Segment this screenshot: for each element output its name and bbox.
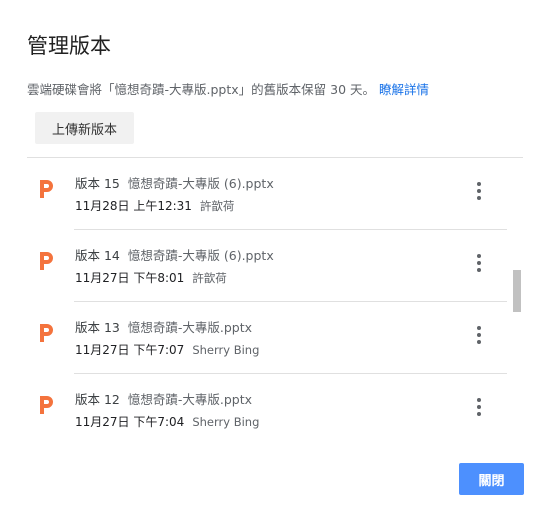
version-label: 版本 12 — [75, 392, 120, 407]
version-list-scrollbar[interactable] — [510, 158, 522, 448]
version-meta: 11月28日 上午12:31 許歆荷 — [75, 197, 234, 214]
version-author: Sherry Bing — [192, 343, 260, 357]
manage-versions-dialog: 管理版本 雲端硬碟會將「憶想奇蹟-大專版.pptx」的舊版本保留 30 天。 瞭解… — [0, 0, 554, 526]
version-date: 11月28日 上午12:31 — [75, 199, 192, 213]
version-meta: 11月27日 下午7:04 Sherry Bing — [75, 413, 259, 430]
version-author: 許歆荷 — [199, 199, 235, 213]
version-label: 版本 15 — [75, 176, 120, 191]
version-author: Sherry Bing — [192, 415, 260, 429]
scrollbar-thumb[interactable] — [513, 270, 521, 312]
version-label: 版本 14 — [75, 248, 120, 263]
powerpoint-file-icon — [40, 324, 53, 342]
retention-text: 雲端硬碟會將「憶想奇蹟-大專版.pptx」的舊版本保留 30 天。 — [27, 82, 376, 97]
close-button[interactable]: 關閉 — [459, 463, 524, 495]
version-row[interactable]: 版本 14 憶想奇蹟-大專版 (6).pptx 11月27日 下午8:01 許歆荷 — [27, 230, 507, 302]
more-options-icon[interactable] — [469, 179, 489, 203]
version-filename: 憶想奇蹟-大專版.pptx — [127, 320, 253, 335]
version-filename: 憶想奇蹟-大專版 (6).pptx — [127, 248, 274, 263]
version-row[interactable]: 版本 15 憶想奇蹟-大專版 (6).pptx 11月28日 上午12:31 許歆荷 — [27, 158, 507, 230]
powerpoint-file-icon — [40, 252, 53, 270]
version-title: 版本 14 憶想奇蹟-大專版 (6).pptx — [75, 245, 274, 264]
powerpoint-file-icon — [40, 396, 53, 414]
version-meta: 11月27日 下午7:07 Sherry Bing — [75, 341, 259, 358]
more-options-icon[interactable] — [469, 323, 489, 347]
dialog-description: 雲端硬碟會將「憶想奇蹟-大專版.pptx」的舊版本保留 30 天。 瞭解詳情 — [27, 79, 429, 98]
learn-more-link[interactable]: 瞭解詳情 — [379, 82, 429, 97]
version-date: 11月27日 下午8:01 — [75, 271, 185, 285]
more-options-icon[interactable] — [469, 395, 489, 419]
version-title: 版本 13 憶想奇蹟-大專版.pptx — [75, 317, 252, 336]
version-row[interactable]: 版本 12 憶想奇蹟-大專版.pptx 11月27日 下午7:04 Sherry B… — [27, 374, 507, 446]
version-list: 版本 15 憶想奇蹟-大專版 (6).pptx 11月28日 上午12:31 許歆荷… — [27, 158, 507, 448]
dialog-title: 管理版本 — [27, 34, 111, 58]
upload-new-version-button[interactable]: 上傳新版本 — [35, 112, 134, 144]
version-filename: 憶想奇蹟-大專版.pptx — [127, 392, 253, 407]
version-row[interactable]: 版本 13 憶想奇蹟-大專版.pptx 11月27日 下午7:07 Sherry B… — [27, 302, 507, 374]
version-title: 版本 12 憶想奇蹟-大專版.pptx — [75, 389, 252, 408]
version-date: 11月27日 下午7:07 — [75, 343, 185, 357]
version-label: 版本 13 — [75, 320, 120, 335]
version-author: 許歆荷 — [192, 271, 227, 285]
more-options-icon[interactable] — [469, 251, 489, 275]
powerpoint-file-icon — [40, 180, 53, 198]
version-date: 11月27日 下午7:04 — [75, 415, 185, 429]
version-filename: 憶想奇蹟-大專版 (6).pptx — [127, 176, 274, 191]
version-meta: 11月27日 下午8:01 許歆荷 — [75, 269, 227, 286]
version-title: 版本 15 憶想奇蹟-大專版 (6).pptx — [75, 173, 274, 192]
